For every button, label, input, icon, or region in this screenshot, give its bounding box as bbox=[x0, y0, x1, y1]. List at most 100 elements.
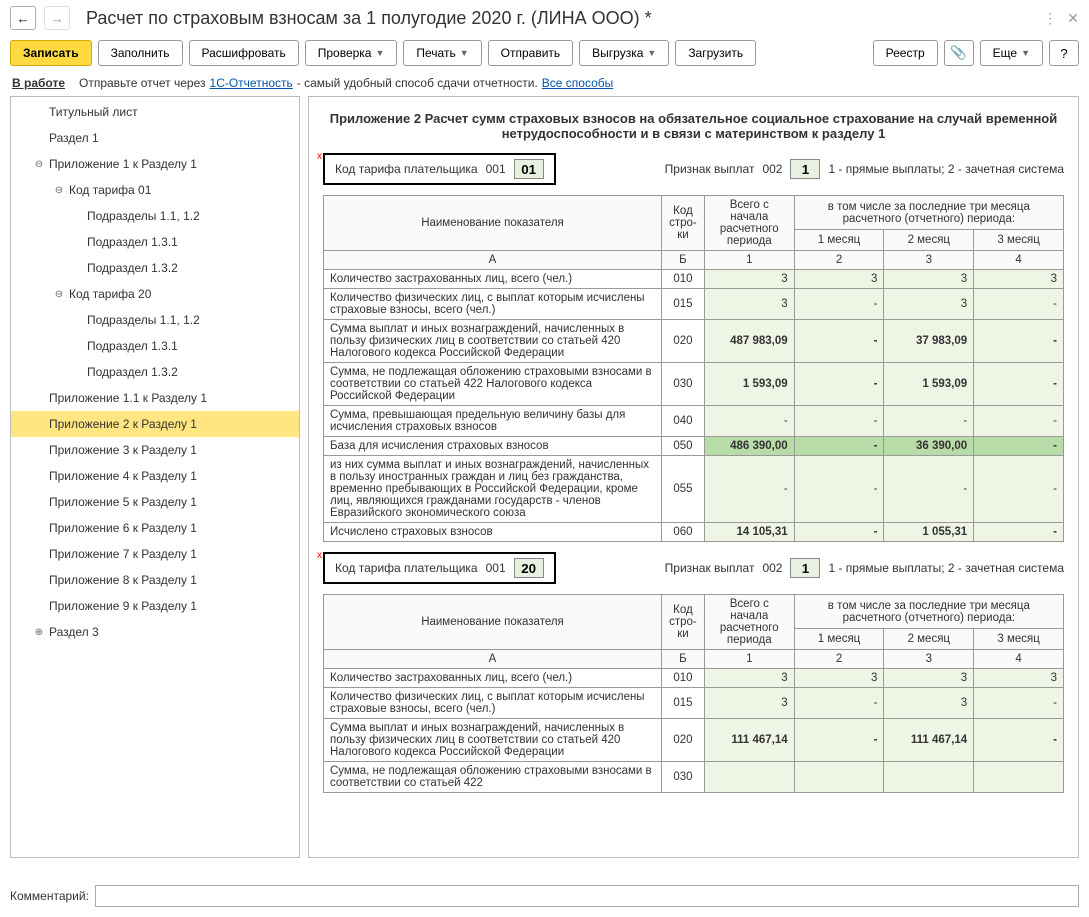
cell-value[interactable]: 3 bbox=[704, 688, 794, 719]
cell-name: Исчислено страховых взносов bbox=[324, 523, 662, 542]
cell-value[interactable]: 111 467,14 bbox=[704, 719, 794, 762]
cell-value[interactable]: - bbox=[794, 406, 884, 437]
cell-value[interactable]: 3 bbox=[974, 669, 1064, 688]
cell-value[interactable]: - bbox=[794, 363, 884, 406]
tree-item[interactable]: Приложение 5 к Разделу 1 bbox=[11, 489, 299, 515]
cell-value[interactable]: 1 055,31 bbox=[884, 523, 974, 542]
cell-value[interactable]: - bbox=[794, 719, 884, 762]
cell-value[interactable]: - bbox=[794, 437, 884, 456]
all-methods-link[interactable]: Все способы bbox=[542, 76, 614, 90]
cell-value[interactable] bbox=[704, 762, 794, 793]
tariff-value-input[interactable] bbox=[514, 159, 544, 179]
tree-item[interactable]: Приложение 7 к Разделу 1 bbox=[11, 541, 299, 567]
cell-value[interactable]: - bbox=[974, 437, 1064, 456]
payment-sign-input[interactable] bbox=[790, 558, 820, 578]
back-button[interactable]: ← bbox=[10, 6, 36, 30]
forward-button[interactable]: → bbox=[44, 6, 70, 30]
cell-value[interactable]: - bbox=[974, 688, 1064, 719]
cell-value[interactable]: - bbox=[794, 289, 884, 320]
tree-item[interactable]: ⊖Код тарифа 01 bbox=[11, 177, 299, 203]
cell-value[interactable] bbox=[794, 762, 884, 793]
cell-value[interactable]: 3 bbox=[884, 688, 974, 719]
tree-item[interactable]: Подраздел 1.3.2 bbox=[11, 255, 299, 281]
reporting-link[interactable]: 1С-Отчетность bbox=[210, 76, 293, 90]
cell-value[interactable]: - bbox=[794, 688, 884, 719]
cell-value[interactable]: 486 390,00 bbox=[704, 437, 794, 456]
cell-value[interactable]: 3 bbox=[884, 669, 974, 688]
tree-item[interactable]: ⊖Приложение 1 к Разделу 1 bbox=[11, 151, 299, 177]
cell-value[interactable]: - bbox=[704, 406, 794, 437]
tree-item[interactable]: Титульный лист bbox=[11, 99, 299, 125]
cell-value[interactable]: 3 bbox=[794, 270, 884, 289]
tree-item[interactable]: Приложение 4 к Разделу 1 bbox=[11, 463, 299, 489]
tree-item[interactable]: Приложение 6 к Разделу 1 bbox=[11, 515, 299, 541]
cell-value[interactable]: 3 bbox=[884, 270, 974, 289]
cell-value[interactable]: - bbox=[794, 456, 884, 523]
collapse-icon[interactable]: ⊖ bbox=[53, 289, 65, 300]
cell-value[interactable]: 3 bbox=[704, 289, 794, 320]
tree-item[interactable]: Подразделы 1.1, 1.2 bbox=[11, 307, 299, 333]
cell-value[interactable]: - bbox=[974, 289, 1064, 320]
tree-item[interactable]: Приложение 9 к Разделу 1 bbox=[11, 593, 299, 619]
work-tab[interactable]: В работе bbox=[12, 76, 65, 90]
cell-value[interactable]: - bbox=[974, 523, 1064, 542]
cell-value[interactable]: 487 983,09 bbox=[704, 320, 794, 363]
payment-sign-input[interactable] bbox=[790, 159, 820, 179]
cell-value[interactable]: 14 105,31 bbox=[704, 523, 794, 542]
tariff-value-input[interactable] bbox=[514, 558, 544, 578]
collapse-icon[interactable]: ⊖ bbox=[33, 159, 45, 170]
cell-value[interactable]: - bbox=[884, 456, 974, 523]
import-button[interactable]: Загрузить bbox=[675, 40, 756, 66]
cell-value[interactable]: 3 bbox=[884, 289, 974, 320]
cell-value[interactable]: - bbox=[794, 523, 884, 542]
registry-button[interactable]: Реестр bbox=[873, 40, 938, 66]
fill-button[interactable]: Заполнить bbox=[98, 40, 183, 66]
tree-item[interactable]: ⊖Код тарифа 20 bbox=[11, 281, 299, 307]
cell-value[interactable]: 1 593,09 bbox=[704, 363, 794, 406]
decode-button[interactable]: Расшифровать bbox=[189, 40, 299, 66]
cell-value[interactable]: 3 bbox=[704, 270, 794, 289]
comment-input[interactable] bbox=[95, 885, 1079, 907]
cell-value[interactable]: 3 bbox=[704, 669, 794, 688]
export-button[interactable]: Выгрузка▼ bbox=[579, 40, 669, 66]
cell-value[interactable]: 3 bbox=[794, 669, 884, 688]
cell-value[interactable]: - bbox=[974, 320, 1064, 363]
cell-value[interactable]: 1 593,09 bbox=[884, 363, 974, 406]
tree-item[interactable]: Приложение 2 к Разделу 1 bbox=[11, 411, 299, 437]
tree-item[interactable]: Подразделы 1.1, 1.2 bbox=[11, 203, 299, 229]
collapse-icon[interactable]: ⊖ bbox=[53, 185, 65, 196]
tree-item[interactable]: Приложение 8 к Разделу 1 bbox=[11, 567, 299, 593]
cell-value[interactable] bbox=[974, 762, 1064, 793]
close-icon[interactable]: ✕ bbox=[1067, 10, 1079, 27]
send-button[interactable]: Отправить bbox=[488, 40, 574, 66]
cell-value[interactable]: 3 bbox=[974, 270, 1064, 289]
print-button[interactable]: Печать▼ bbox=[403, 40, 481, 66]
payment-sign-label: Признак выплат bbox=[665, 162, 755, 176]
cell-value[interactable]: - bbox=[884, 406, 974, 437]
cell-value[interactable]: 37 983,09 bbox=[884, 320, 974, 363]
tree-item[interactable]: Приложение 1.1 к Разделу 1 bbox=[11, 385, 299, 411]
tree-item[interactable]: Подраздел 1.3.1 bbox=[11, 333, 299, 359]
tree-item[interactable]: Подраздел 1.3.2 bbox=[11, 359, 299, 385]
cell-value[interactable]: - bbox=[974, 406, 1064, 437]
cell-value[interactable]: - bbox=[974, 456, 1064, 523]
check-button[interactable]: Проверка▼ bbox=[305, 40, 398, 66]
cell-value[interactable]: - bbox=[974, 363, 1064, 406]
th-col3: 3 bbox=[884, 650, 974, 669]
cell-value[interactable]: - bbox=[704, 456, 794, 523]
help-button[interactable]: ? bbox=[1049, 40, 1079, 66]
cell-value[interactable]: 111 467,14 bbox=[884, 719, 974, 762]
tree-item[interactable]: Раздел 1 bbox=[11, 125, 299, 151]
cell-value[interactable]: 36 390,00 bbox=[884, 437, 974, 456]
cell-value[interactable]: - bbox=[794, 320, 884, 363]
tree-item[interactable]: Приложение 3 к Разделу 1 bbox=[11, 437, 299, 463]
tree-item[interactable]: Подраздел 1.3.1 bbox=[11, 229, 299, 255]
write-button[interactable]: Записать bbox=[10, 40, 92, 66]
cell-value[interactable] bbox=[884, 762, 974, 793]
cell-value[interactable]: - bbox=[974, 719, 1064, 762]
tree-item[interactable]: ⊕Раздел 3 bbox=[11, 619, 299, 645]
more-button[interactable]: Еще▼ bbox=[980, 40, 1043, 66]
expand-icon[interactable]: ⊕ bbox=[33, 627, 45, 638]
attach-button[interactable]: 📎 bbox=[944, 40, 974, 66]
menu-dots-icon[interactable]: ⋮ bbox=[1043, 10, 1057, 27]
